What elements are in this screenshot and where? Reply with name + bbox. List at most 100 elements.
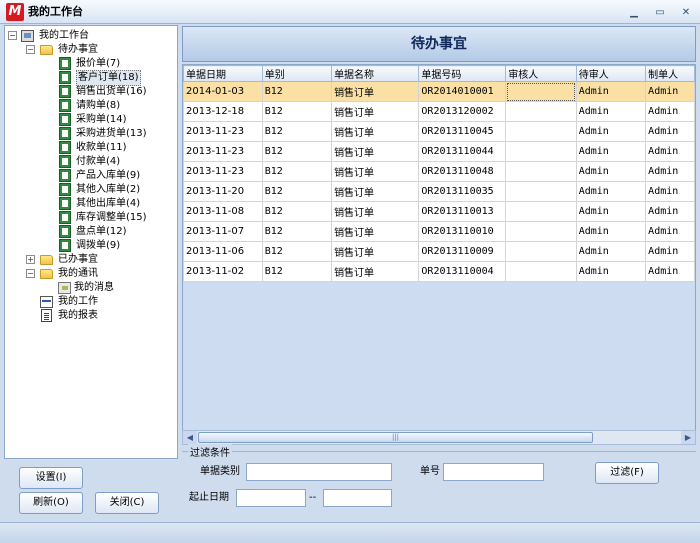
- scroll-right-icon[interactable]: ▶: [681, 431, 695, 444]
- table-cell[interactable]: 销售订单: [331, 101, 420, 122]
- table-cell[interactable]: B12: [261, 241, 333, 262]
- table-cell[interactable]: Admin: [575, 201, 647, 222]
- column-header[interactable]: 单据名称: [331, 65, 420, 82]
- collapse-icon[interactable]: −: [26, 45, 35, 54]
- table-cell[interactable]: 销售订单: [331, 121, 420, 142]
- table-cell[interactable]: [505, 261, 577, 282]
- table-row[interactable]: 2013-11-23 B12 销售订单 OR2013110044 Admin Admin: [183, 141, 695, 162]
- table-cell[interactable]: OR2013110044: [418, 141, 507, 162]
- table-cell[interactable]: Admin: [645, 261, 695, 282]
- date-to-input[interactable]: [323, 489, 392, 507]
- table-cell[interactable]: Admin: [575, 261, 647, 282]
- table-cell[interactable]: 2013-12-18: [183, 101, 263, 122]
- tree-item-pending-doc[interactable]: 收款单(11): [7, 141, 177, 155]
- table-cell[interactable]: 销售订单: [331, 141, 420, 162]
- table-cell[interactable]: 销售订单: [331, 161, 420, 182]
- table-cell[interactable]: OR2013110013: [418, 201, 507, 222]
- tree-item-pending-doc[interactable]: 报价单(7): [7, 57, 177, 71]
- tree-item-pending-doc[interactable]: 采购进货单(13): [7, 127, 177, 141]
- table-cell[interactable]: OR2013110010: [418, 221, 507, 242]
- table-cell[interactable]: Admin: [575, 241, 647, 262]
- table-cell[interactable]: Admin: [645, 121, 695, 142]
- tree-item-pending-doc[interactable]: 付款单(4): [7, 155, 177, 169]
- close-button[interactable]: 关闭(C): [95, 492, 159, 514]
- table-cell[interactable]: 2013-11-23: [183, 141, 263, 162]
- collapse-icon[interactable]: −: [26, 269, 35, 278]
- table-cell[interactable]: 2014-01-03: [183, 81, 263, 102]
- column-header[interactable]: 单别: [261, 65, 333, 82]
- table-cell[interactable]: OR2014010001: [418, 81, 507, 102]
- table-cell[interactable]: 2013-11-02: [183, 261, 263, 282]
- table-row[interactable]: 2014-01-03 B12 销售订单 OR2014010001 Admin Admin: [183, 81, 695, 102]
- expand-icon[interactable]: +: [26, 255, 35, 264]
- table-cell[interactable]: [505, 161, 577, 182]
- column-header[interactable]: 审核人: [505, 65, 577, 82]
- settings-button[interactable]: 设置(I): [19, 467, 83, 489]
- table-cell[interactable]: OR2013110035: [418, 181, 507, 202]
- table-cell[interactable]: Admin: [645, 141, 695, 162]
- table-cell[interactable]: 销售订单: [331, 181, 420, 202]
- tree-item-pending-doc[interactable]: 产品入库单(9): [7, 169, 177, 183]
- tree-node-work[interactable]: 我的工作: [7, 295, 177, 309]
- tree-item-pending-doc[interactable]: 盘点单(12): [7, 225, 177, 239]
- table-cell[interactable]: [505, 141, 577, 162]
- table-cell[interactable]: OR2013120002: [418, 101, 507, 122]
- tree-node-comms[interactable]: − 我的通讯: [7, 267, 177, 281]
- table-cell[interactable]: OR2013110045: [418, 121, 507, 142]
- table-cell[interactable]: Admin: [575, 161, 647, 182]
- tree-item-pending-doc[interactable]: 库存调整单(15): [7, 211, 177, 225]
- table-row[interactable]: 2013-11-06 B12 销售订单 OR2013110009 Admin Admin: [183, 241, 695, 262]
- table-cell[interactable]: B12: [261, 221, 333, 242]
- table-cell[interactable]: 2013-11-08: [183, 201, 263, 222]
- table-cell[interactable]: Admin: [575, 181, 647, 202]
- maximize-button[interactable]: ▭: [650, 6, 670, 20]
- table-cell[interactable]: Admin: [575, 121, 647, 142]
- refresh-button[interactable]: 刷新(O): [19, 492, 83, 514]
- table-cell[interactable]: 2013-11-20: [183, 181, 263, 202]
- table-cell[interactable]: 销售订单: [331, 221, 420, 242]
- table-cell[interactable]: OR2013110048: [418, 161, 507, 182]
- table-cell[interactable]: 2013-11-06: [183, 241, 263, 262]
- table-cell[interactable]: 2013-11-23: [183, 121, 263, 142]
- table-cell[interactable]: 2013-11-07: [183, 221, 263, 242]
- table-cell[interactable]: Admin: [645, 161, 695, 182]
- table-cell[interactable]: 销售订单: [331, 201, 420, 222]
- table-cell[interactable]: 销售订单: [331, 241, 420, 262]
- table-row[interactable]: 2013-11-02 B12 销售订单 OR2013110004 Admin Admin: [183, 261, 695, 282]
- table-row[interactable]: 2013-11-20 B12 销售订单 OR2013110035 Admin Admin: [183, 181, 695, 202]
- table-cell[interactable]: [505, 221, 577, 242]
- table-row[interactable]: 2013-11-07 B12 销售订单 OR2013110010 Admin Admin: [183, 221, 695, 242]
- table-cell[interactable]: [505, 101, 577, 122]
- table-cell[interactable]: Admin: [645, 201, 695, 222]
- column-header[interactable]: 单据号码: [418, 65, 507, 82]
- tree-node-root[interactable]: − 我的工作台: [7, 29, 177, 43]
- table-cell[interactable]: B12: [261, 141, 333, 162]
- table-cell[interactable]: Admin: [645, 81, 695, 102]
- table-cell[interactable]: 2013-11-23: [183, 161, 263, 182]
- horizontal-scrollbar[interactable]: ◀ ||| ▶: [182, 430, 696, 445]
- close-window-button[interactable]: ✕: [676, 6, 696, 20]
- table-cell[interactable]: B12: [261, 81, 333, 102]
- table-row[interactable]: 2013-11-23 B12 销售订单 OR2013110045 Admin Admin: [183, 121, 695, 142]
- table-cell[interactable]: Admin: [645, 101, 695, 122]
- column-header[interactable]: 待审人: [575, 65, 647, 82]
- table-cell[interactable]: [505, 121, 577, 142]
- tree-item-pending-doc[interactable]: 其他出库单(4): [7, 197, 177, 211]
- table-cell[interactable]: B12: [261, 201, 333, 222]
- doc-type-input[interactable]: [246, 463, 392, 481]
- tree-item-pending-doc[interactable]: 采购单(14): [7, 113, 177, 127]
- table-cell[interactable]: B12: [261, 181, 333, 202]
- table-row[interactable]: 2013-11-23 B12 销售订单 OR2013110048 Admin Admin: [183, 161, 695, 182]
- tree-node-done[interactable]: + 已办事宜: [7, 253, 177, 267]
- doc-no-input[interactable]: [443, 463, 544, 481]
- table-cell[interactable]: Admin: [575, 221, 647, 242]
- tree-node-pending[interactable]: − 待办事宜: [7, 43, 177, 57]
- scroll-left-icon[interactable]: ◀: [183, 431, 197, 444]
- table-cell[interactable]: [505, 241, 577, 262]
- tree-item-pending-doc[interactable]: 其他入库单(2): [7, 183, 177, 197]
- tree-item-pending-doc[interactable]: 调拨单(9): [7, 239, 177, 253]
- table-cell[interactable]: 销售订单: [331, 81, 420, 102]
- table-cell[interactable]: Admin: [645, 241, 695, 262]
- table-cell[interactable]: B12: [261, 261, 333, 282]
- column-header[interactable]: 单据日期: [183, 65, 263, 82]
